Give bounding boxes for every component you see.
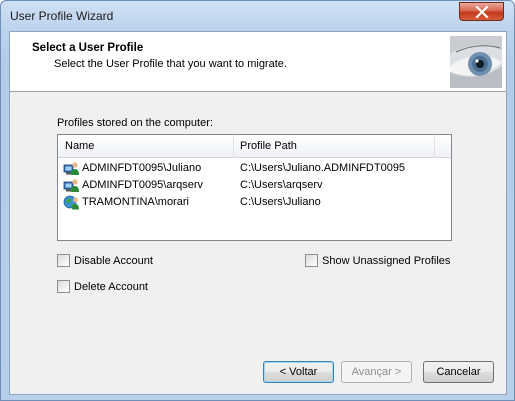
close-button[interactable] xyxy=(459,2,504,21)
delete-account-label: Delete Account xyxy=(74,280,148,293)
list-item[interactable]: ADMINFDT0095\Juliano C:\Users\Juliano.AD… xyxy=(58,160,451,177)
show-unassigned-checkbox[interactable]: Show Unassigned Profiles xyxy=(305,254,450,267)
domain-user-icon xyxy=(63,195,79,210)
title-bar[interactable]: User Profile Wizard xyxy=(1,1,514,31)
profile-name: ADMINFDT0095\Juliano xyxy=(82,162,202,174)
wizard-client-area: Select a User Profile Select the User Pr… xyxy=(9,31,507,395)
checkbox-box[interactable] xyxy=(57,254,70,267)
wizard-window: User Profile Wizard Select a User Profil… xyxy=(0,0,515,401)
checkbox-box[interactable] xyxy=(57,280,70,293)
profile-path: C:\Users\Juliano xyxy=(240,196,321,208)
column-separator[interactable] xyxy=(434,135,435,158)
user-computer-icon xyxy=(63,179,79,192)
profile-path: C:\Users\arqserv xyxy=(240,179,323,191)
list-item[interactable]: TRAMONTINA\morari C:\Users\Juliano xyxy=(58,194,451,211)
eye-icon xyxy=(450,36,502,88)
delete-account-checkbox[interactable]: Delete Account xyxy=(57,280,148,293)
profile-name: TRAMONTINA\morari xyxy=(82,196,189,208)
profile-path: C:\Users\Juliano.ADMINFDT0095 xyxy=(240,162,406,174)
cancel-button[interactable]: Cancelar xyxy=(423,361,494,383)
column-separator[interactable] xyxy=(233,135,234,158)
list-header: Name Profile Path xyxy=(58,135,451,158)
wizard-header: Select a User Profile Select the User Pr… xyxy=(10,32,506,92)
column-header-path[interactable]: Profile Path xyxy=(240,140,297,152)
page-subtitle: Select the User Profile that you want to… xyxy=(54,58,287,70)
user-computer-icon xyxy=(63,162,79,175)
window-title: User Profile Wizard xyxy=(10,9,114,23)
list-item[interactable]: ADMINFDT0095\arqserv C:\Users\arqserv xyxy=(58,177,451,194)
profile-name: ADMINFDT0095\arqserv xyxy=(82,179,204,191)
disable-account-label: Disable Account xyxy=(74,254,153,267)
close-icon xyxy=(474,5,489,18)
checkbox-box[interactable] xyxy=(305,254,318,267)
profiles-list[interactable]: Name Profile Path ADMINFDT0095\Juliano C… xyxy=(57,134,452,241)
column-header-name[interactable]: Name xyxy=(65,140,94,152)
disable-account-checkbox[interactable]: Disable Account xyxy=(57,254,153,267)
page-title: Select a User Profile xyxy=(32,42,144,54)
back-button[interactable]: < Voltar xyxy=(263,361,334,383)
profiles-label: Profiles stored on the computer: xyxy=(57,117,213,129)
next-button[interactable]: Avançar > xyxy=(341,361,412,383)
show-unassigned-label: Show Unassigned Profiles xyxy=(322,254,451,267)
